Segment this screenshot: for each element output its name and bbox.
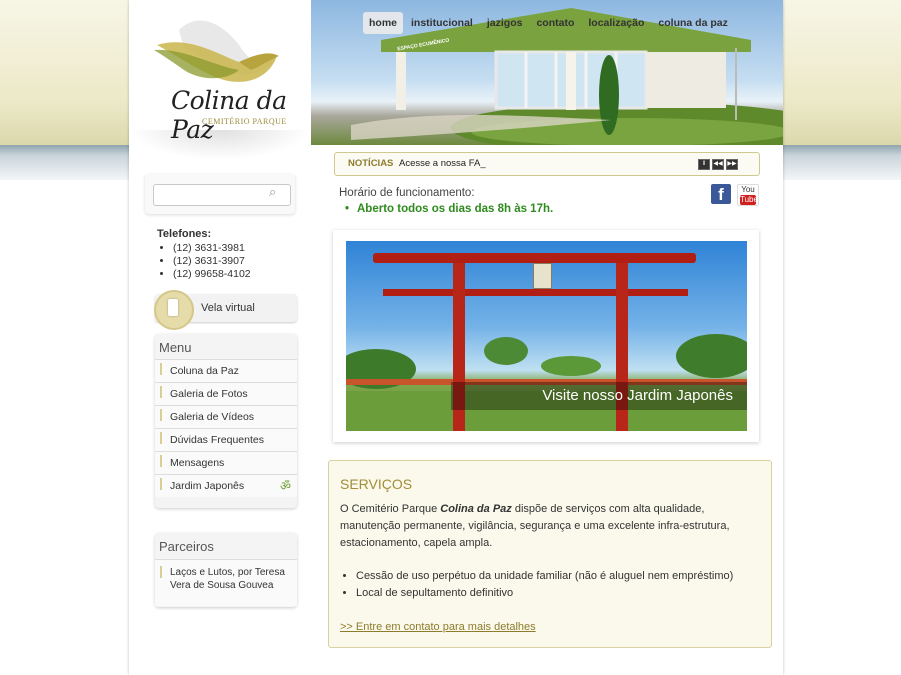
menu-item-galeria-de-fotos[interactable]: Galeria de Fotos bbox=[155, 382, 297, 405]
services-box: SERVIÇOS O Cemitério Parque Colina da Pa… bbox=[328, 460, 772, 648]
contact-link[interactable]: >> Entre em contato para mais detalhes bbox=[340, 621, 536, 633]
partners-box: Parceiros Laços e Lutos, por Teresa Vera… bbox=[155, 533, 297, 607]
facebook-icon[interactable]: f bbox=[711, 184, 731, 204]
torii-nuki bbox=[383, 289, 688, 296]
services-title: SERVIÇOS bbox=[340, 476, 413, 492]
nav-institucional[interactable]: institucional bbox=[405, 12, 479, 34]
slide-caption[interactable]: Visite nosso Jardim Japonês bbox=[451, 382, 747, 410]
phone-item: (12) 3631-3981 bbox=[173, 242, 251, 255]
youtube-icon[interactable]: You Tube bbox=[737, 184, 759, 206]
page-container: Colina da Paz CEMITÉRIO PARQUE ⌕ Telefon… bbox=[129, 0, 783, 675]
main-nav: home institucional jazigos contato local… bbox=[363, 12, 736, 36]
menu-item-duvidas-frequentes[interactable]: Dúvidas Frequentes bbox=[155, 428, 297, 451]
hours-label: Horário de funcionamento: bbox=[339, 187, 475, 199]
dove-icon bbox=[154, 20, 279, 82]
services-intro: O Cemitério Parque Colina da Paz dispõe … bbox=[340, 503, 730, 549]
vela-virtual-label[interactable]: Vela virtual bbox=[201, 302, 255, 314]
service-item: Cessão de uso perpétuo da unidade famili… bbox=[356, 568, 733, 585]
logo-subtitle: CEMITÉRIO PARQUE bbox=[202, 117, 287, 126]
prev-icon[interactable]: ◀◀ bbox=[712, 159, 724, 170]
news-ticker: NOTÍCIAS Acesse a nossa FA_ ll ◀◀ ▶▶ bbox=[334, 152, 760, 176]
menu-title: Menu bbox=[159, 340, 192, 355]
candle-icon bbox=[168, 299, 178, 316]
nav-home[interactable]: home bbox=[363, 12, 404, 34]
phones-title: Telefones: bbox=[157, 228, 212, 240]
partners-title: Parceiros bbox=[159, 539, 214, 554]
nav-contato[interactable]: contato bbox=[530, 12, 580, 34]
logo-shadow bbox=[129, 130, 311, 160]
service-item: Local de sepultamento definitivo bbox=[356, 585, 733, 602]
menu-item-coluna-da-paz[interactable]: Coluna da Paz bbox=[155, 359, 297, 382]
header-photo: ESPAÇO ECUMÊNICO home institucional jazi… bbox=[311, 0, 783, 145]
ticker-text[interactable]: Acesse a nossa FA_ bbox=[399, 158, 486, 169]
hours-value: Aberto todos os dias das 8h às 17h. bbox=[345, 203, 553, 215]
logo[interactable]: Colina da Paz CEMITÉRIO PARQUE bbox=[129, 0, 311, 150]
next-icon[interactable]: ▶▶ bbox=[726, 159, 738, 170]
nav-jazigos[interactable]: jazigos bbox=[481, 12, 529, 34]
menu-item-galeria-de-videos[interactable]: Galeria de Vídeos bbox=[155, 405, 297, 428]
phone-item: (12) 3631-3907 bbox=[173, 255, 251, 268]
pause-icon[interactable]: ll bbox=[698, 159, 710, 170]
om-icon: ॐ bbox=[280, 479, 291, 493]
slideshow[interactable]: Visite nosso Jardim Japonês bbox=[333, 230, 759, 442]
menu-box: Menu Coluna da Paz Galeria de Fotos Gale… bbox=[155, 334, 297, 508]
menu-list: Coluna da Paz Galeria de Fotos Galeria d… bbox=[155, 359, 297, 497]
slide-caption-text[interactable]: Visite nosso Jardim Japonês bbox=[542, 387, 733, 404]
torii-kasagi bbox=[373, 253, 696, 263]
nav-coluna-da-paz[interactable]: coluna da paz bbox=[652, 12, 733, 34]
partner-item[interactable]: Laços e Lutos, por Teresa Vera de Sousa … bbox=[155, 559, 297, 606]
brand-name: Colina da Paz bbox=[440, 503, 512, 515]
search-icon[interactable]: ⌕ bbox=[269, 184, 276, 200]
menu-item-mensagens[interactable]: Mensagens bbox=[155, 451, 297, 474]
slide-image[interactable]: Visite nosso Jardim Japonês bbox=[346, 241, 747, 431]
ticker-label: NOTÍCIAS bbox=[348, 158, 394, 169]
torii-plaque bbox=[533, 263, 552, 289]
phone-item: (12) 99658-4102 bbox=[173, 268, 251, 281]
menu-item-jardim-japones[interactable]: Jardim Japonês ॐ bbox=[155, 474, 297, 497]
partner-link[interactable]: Laços e Lutos, por Teresa Vera de Sousa … bbox=[170, 566, 292, 592]
phones-section: Telefones: (12) 3631-3981 (12) 3631-3907… bbox=[157, 228, 251, 281]
nav-localizacao[interactable]: localização bbox=[582, 12, 650, 34]
services-list: Cessão de uso perpétuo da unidade famili… bbox=[340, 568, 733, 602]
